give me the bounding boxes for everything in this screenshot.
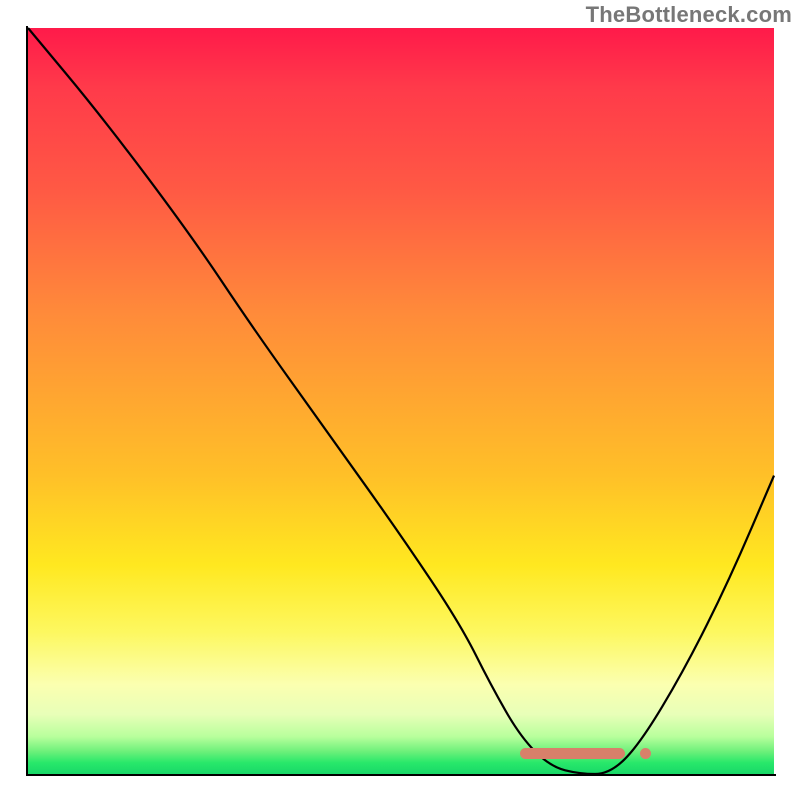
x-axis [26, 774, 776, 776]
watermark-text: TheBottleneck.com [586, 2, 792, 28]
bottleneck-curve [28, 28, 774, 774]
optimal-range-marker [520, 748, 624, 759]
chart-container: TheBottleneck.com [0, 0, 800, 800]
optimal-point-marker [640, 748, 651, 759]
